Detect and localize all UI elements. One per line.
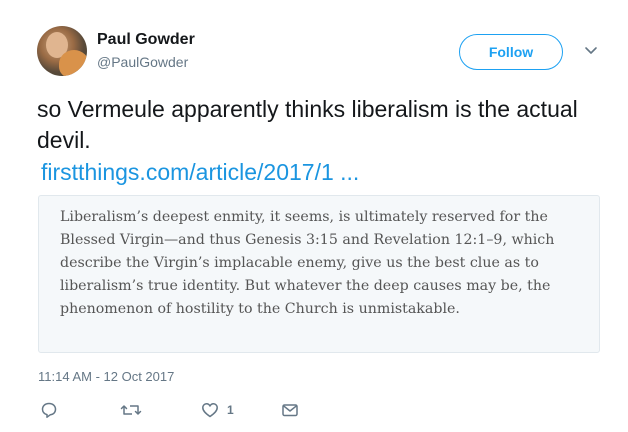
- quote-card[interactable]: Liberalism’s deepest enmity, it seems, i…: [38, 195, 600, 353]
- tweet-link[interactable]: firstthings.com/article/2017/1 ...: [41, 157, 359, 188]
- tweet-actions: 1: [40, 400, 340, 420]
- author-handle[interactable]: @PaulGowder: [97, 54, 188, 70]
- tweet-header: Paul Gowder @PaulGowder Follow: [37, 26, 607, 78]
- follow-button[interactable]: Follow: [459, 34, 563, 70]
- heart-icon: [201, 401, 219, 419]
- quote-text: Liberalism’s deepest enmity, it seems, i…: [60, 209, 555, 317]
- tweet-timestamp[interactable]: 11:14 AM - 12 Oct 2017: [38, 369, 174, 384]
- author-name[interactable]: Paul Gowder: [97, 31, 195, 49]
- avatar[interactable]: [37, 26, 87, 76]
- retweet-button[interactable]: [120, 400, 142, 420]
- like-count: 1: [227, 403, 234, 417]
- chevron-down-icon[interactable]: [583, 42, 599, 58]
- tweet-text: so Vermeule apparently thinks liberalism…: [37, 96, 578, 153]
- avatar-cat: [59, 50, 87, 76]
- like-button[interactable]: 1: [201, 400, 234, 420]
- direct-message-button[interactable]: [281, 400, 299, 420]
- envelope-icon: [281, 401, 299, 419]
- reply-button[interactable]: [40, 400, 58, 420]
- retweet-icon: [120, 401, 142, 419]
- reply-icon: [40, 401, 58, 419]
